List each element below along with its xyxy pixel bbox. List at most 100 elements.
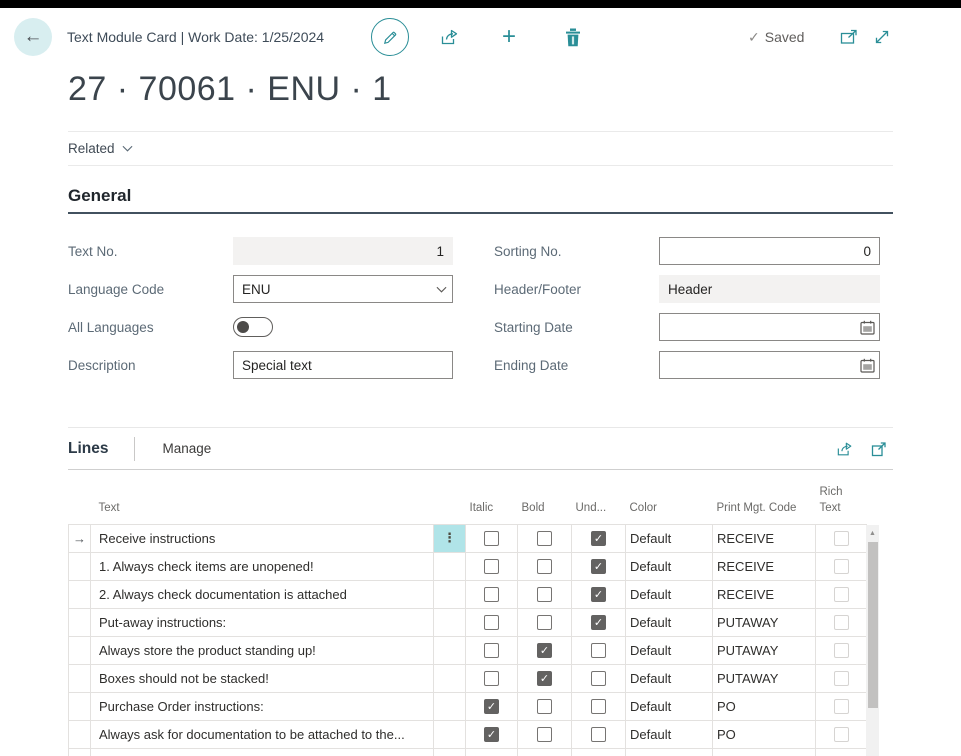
italic-cell[interactable] <box>466 608 518 636</box>
scrollbar-thumb[interactable] <box>868 542 878 708</box>
share-button[interactable] <box>440 8 460 66</box>
manage-menu[interactable]: Manage <box>162 441 211 456</box>
italic-checkbox[interactable] <box>484 643 499 658</box>
description-input[interactable] <box>233 351 453 379</box>
row-menu-cell[interactable]: ⋮ <box>434 524 466 552</box>
bold-cell[interactable] <box>518 524 572 552</box>
italic-checkbox[interactable] <box>484 699 499 714</box>
lines-section-title[interactable]: Lines <box>68 440 108 458</box>
color-column-header[interactable]: Color <box>626 470 713 524</box>
print-mgt-code-cell[interactable]: PO <box>713 692 816 720</box>
bold-checkbox[interactable] <box>537 699 552 714</box>
color-cell[interactable]: Default <box>626 720 713 748</box>
italic-checkbox[interactable] <box>484 727 499 742</box>
bold-checkbox[interactable] <box>537 643 552 658</box>
underline-cell[interactable] <box>572 552 626 580</box>
italic-cell[interactable] <box>466 692 518 720</box>
print-mgt-code-cell[interactable]: RECEIVE <box>713 580 816 608</box>
delete-button[interactable] <box>565 8 581 66</box>
underline-checkbox[interactable] <box>591 699 606 714</box>
ending-date-calendar-button[interactable] <box>860 351 875 379</box>
new-button[interactable]: + <box>502 8 516 66</box>
row-selector-cell[interactable] <box>69 692 91 720</box>
starting-date-calendar-button[interactable] <box>860 313 875 341</box>
starting-date-input[interactable] <box>659 313 880 341</box>
italic-checkbox[interactable] <box>484 615 499 630</box>
row-selector-cell[interactable]: → <box>69 524 91 552</box>
underline-cell[interactable] <box>572 580 626 608</box>
italic-cell[interactable] <box>466 664 518 692</box>
row-selector-cell[interactable] <box>69 720 91 748</box>
italic-checkbox[interactable] <box>484 587 499 602</box>
italic-checkbox[interactable] <box>484 559 499 574</box>
underline-column-header[interactable]: Und... <box>572 470 626 524</box>
text-cell[interactable]: Always ask for documentation to be attac… <box>91 720 434 748</box>
italic-cell[interactable] <box>466 720 518 748</box>
text-cell[interactable]: 1. Always check items are unopened! <box>91 552 434 580</box>
bold-cell[interactable] <box>518 664 572 692</box>
print-mgt-code-cell[interactable]: RECEIVE <box>713 552 816 580</box>
bold-cell[interactable] <box>518 636 572 664</box>
bold-column-header[interactable]: Bold <box>518 470 572 524</box>
bold-checkbox[interactable] <box>537 559 552 574</box>
italic-cell[interactable] <box>466 524 518 552</box>
underline-cell[interactable] <box>572 664 626 692</box>
underline-checkbox[interactable] <box>591 727 606 742</box>
row-selector-cell[interactable] <box>69 552 91 580</box>
italic-cell[interactable] <box>466 636 518 664</box>
print-mgt-code-cell[interactable]: PUTAWAY <box>713 664 816 692</box>
underline-checkbox[interactable] <box>591 643 606 658</box>
italic-cell[interactable] <box>466 552 518 580</box>
italic-checkbox[interactable] <box>484 671 499 686</box>
italic-checkbox[interactable] <box>484 531 499 546</box>
underline-checkbox[interactable] <box>591 587 606 602</box>
italic-cell[interactable] <box>466 580 518 608</box>
bold-checkbox[interactable] <box>537 727 552 742</box>
underline-cell[interactable] <box>572 692 626 720</box>
underline-checkbox[interactable] <box>591 531 606 546</box>
row-selector-cell[interactable] <box>69 664 91 692</box>
print-mgt-code-cell[interactable]: PUTAWAY <box>713 608 816 636</box>
color-cell[interactable]: Default <box>626 692 713 720</box>
print-mgt-code-cell[interactable]: PO <box>713 720 816 748</box>
rich-text-column-header[interactable]: Rich Text <box>816 470 867 524</box>
language-code-dropdown-button[interactable] <box>436 275 447 303</box>
color-cell[interactable]: Default <box>626 524 713 552</box>
open-in-window-button[interactable] <box>840 8 859 66</box>
lines-focus-button[interactable] <box>871 441 887 457</box>
bold-checkbox[interactable] <box>537 531 552 546</box>
bold-checkbox[interactable] <box>537 615 552 630</box>
text-column-header[interactable]: Text <box>91 470 434 524</box>
lines-share-button[interactable] <box>836 441 854 457</box>
general-section-title[interactable]: General <box>68 186 893 214</box>
underline-cell[interactable] <box>572 636 626 664</box>
italic-column-header[interactable]: Italic <box>466 470 518 524</box>
back-button[interactable]: ← <box>14 18 52 56</box>
text-cell[interactable]: 2. Always check documentation is attache… <box>91 580 434 608</box>
table-scrollbar[interactable]: ▲ <box>866 525 879 756</box>
underline-checkbox[interactable] <box>591 671 606 686</box>
bold-cell[interactable] <box>518 692 572 720</box>
language-code-input[interactable] <box>233 275 453 303</box>
related-menu[interactable]: Related <box>68 141 133 156</box>
color-cell[interactable]: Default <box>626 580 713 608</box>
print-mgt-code-cell[interactable]: PUTAWAY <box>713 636 816 664</box>
text-cell[interactable]: Put-away instructions: <box>91 608 434 636</box>
text-cell[interactable]: Boxes should not be stacked! <box>91 664 434 692</box>
bold-cell[interactable] <box>518 720 572 748</box>
ending-date-input[interactable] <box>659 351 880 379</box>
color-cell[interactable]: Default <box>626 636 713 664</box>
color-cell[interactable]: Default <box>626 552 713 580</box>
text-cell[interactable]: Purchase Order instructions: <box>91 692 434 720</box>
text-cell[interactable]: Always store the product standing up! <box>91 636 434 664</box>
edit-button[interactable] <box>371 18 409 56</box>
row-selector-cell[interactable] <box>69 608 91 636</box>
bold-checkbox[interactable] <box>537 671 552 686</box>
bold-cell[interactable] <box>518 552 572 580</box>
print-mgt-code-cell[interactable]: RECEIVE <box>713 524 816 552</box>
text-cell[interactable]: Receive instructions <box>91 524 434 552</box>
row-selector-cell[interactable] <box>69 580 91 608</box>
bold-cell[interactable] <box>518 608 572 636</box>
underline-cell[interactable] <box>572 608 626 636</box>
underline-cell[interactable] <box>572 524 626 552</box>
